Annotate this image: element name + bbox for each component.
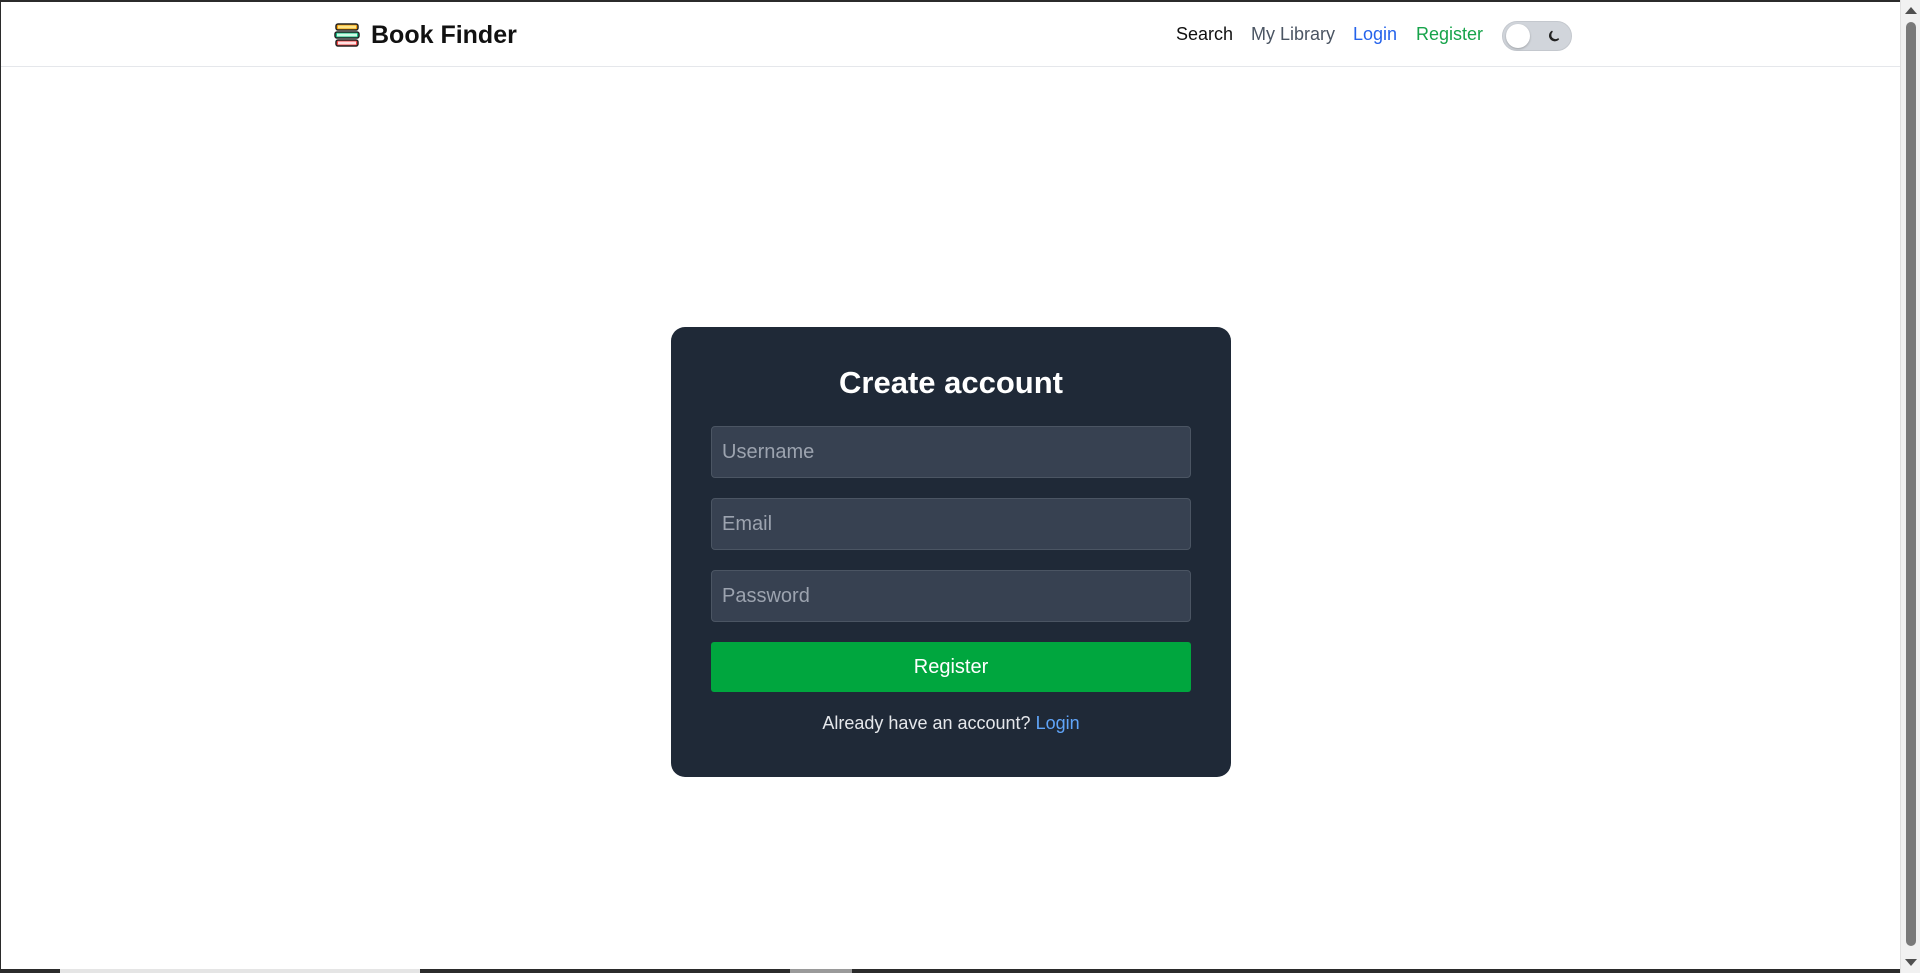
scroll-thumb[interactable] — [1906, 22, 1916, 946]
login-link[interactable]: Login — [1036, 713, 1080, 733]
login-prompt-text: Already have an account? — [822, 713, 1031, 733]
register-card: Create account Register Already have an … — [671, 327, 1231, 777]
taskbar-segment — [790, 969, 852, 973]
taskbar-segment — [60, 969, 420, 973]
login-prompt: Already have an account? Login — [671, 713, 1231, 734]
nav-links: Search My Library Login Register — [1, 24, 1900, 48]
nav-login-link[interactable]: Login — [1353, 24, 1397, 45]
moon-icon — [1549, 30, 1560, 42]
scroll-down-icon[interactable] — [1905, 959, 1917, 966]
form-title: Create account — [839, 365, 1063, 400]
navbar: Book Finder Search My Library Login Regi… — [1, 2, 1900, 67]
scroll-up-icon[interactable] — [1905, 7, 1917, 14]
page: Book Finder Search My Library Login Regi… — [0, 0, 1920, 973]
theme-toggle[interactable] — [1502, 21, 1572, 51]
toggle-knob — [1506, 24, 1530, 48]
password-input[interactable] — [711, 570, 1191, 622]
window-left-border — [0, 0, 1, 973]
nav-register-link[interactable]: Register — [1416, 24, 1483, 45]
nav-search-link[interactable]: Search — [1176, 24, 1233, 45]
register-button[interactable]: Register — [711, 642, 1191, 692]
username-input[interactable] — [711, 426, 1191, 478]
vertical-scrollbar[interactable] — [1900, 0, 1920, 973]
nav-my-library-link[interactable]: My Library — [1251, 24, 1335, 45]
email-input[interactable] — [711, 498, 1191, 550]
taskbar-edge — [0, 969, 1900, 973]
